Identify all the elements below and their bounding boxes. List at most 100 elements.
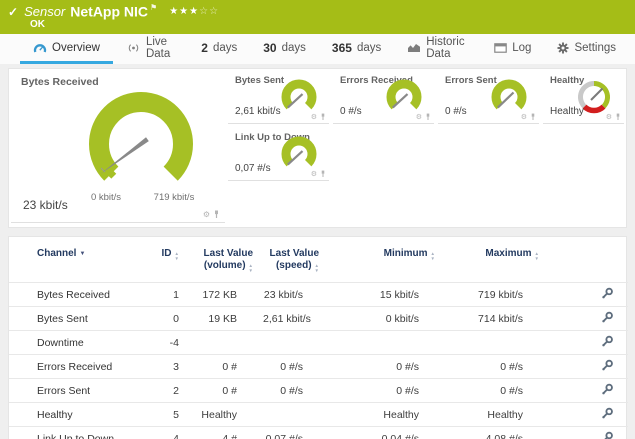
gauge-tile-healthy[interactable]: Healthy Healthy ⚙: [543, 71, 624, 124]
table-row[interactable]: Link Up to Down 4 4 # 0,07 #/s 0,04 #/s …: [9, 427, 628, 439]
table-row[interactable]: Bytes Received 1 172 KB 23 kbit/s 15 kbi…: [9, 283, 628, 307]
tile-gear-icon[interactable]: ⚙: [521, 114, 527, 121]
channel-settings-icon[interactable]: [601, 311, 614, 327]
channel-name-cell[interactable]: Downtime: [9, 331, 143, 355]
column-header-minimum[interactable]: Minimum▲▼: [339, 243, 455, 283]
channel-name-cell[interactable]: Bytes Received: [9, 283, 143, 307]
gauge-current-value: 23 kbit/s: [23, 198, 68, 212]
priority-stars[interactable]: ★★★☆☆: [169, 6, 219, 17]
tile-gear-icon[interactable]: ⚙: [606, 114, 612, 121]
channel-id-cell: 5: [143, 403, 183, 427]
channel-settings-icon[interactable]: [601, 359, 614, 375]
last-value-speed-cell: [263, 331, 339, 355]
bytes-sent-gauge: [276, 78, 322, 118]
column-header-maximum[interactable]: Maximum▲▼: [455, 243, 567, 283]
gauge-current-value: 2,61 kbit/s: [235, 106, 281, 117]
channel-id-cell: 4: [143, 427, 183, 439]
sort-icon: ▲▼: [431, 252, 435, 261]
tab-overview[interactable]: Overview: [20, 34, 113, 64]
tile-gear-icon[interactable]: ⚙: [203, 211, 210, 219]
table-row[interactable]: Bytes Sent 0 19 KB 2,61 kbit/s 0 kbit/s …: [9, 307, 628, 331]
tile-gear-icon[interactable]: ⚙: [311, 114, 317, 121]
tile-gear-icon[interactable]: ⚙: [311, 171, 317, 178]
tab-2-days[interactable]: 2 days: [188, 34, 250, 64]
tile-gear-icon[interactable]: ⚙: [416, 114, 422, 121]
last-value-volume-cell: [183, 331, 263, 355]
tile-pin-icon[interactable]: [530, 113, 536, 121]
channel-settings-icon[interactable]: [601, 287, 614, 303]
maximum-cell: 719 kbit/s: [455, 283, 567, 307]
errors-received-gauge: [381, 78, 427, 118]
table-row[interactable]: Errors Received 3 0 # 0 #/s 0 #/s 0 #/s: [9, 355, 628, 379]
actions-cell: [567, 283, 628, 307]
stars-empty: ☆☆: [199, 6, 219, 17]
tab-settings[interactable]: Settings: [544, 34, 629, 64]
tile-pin-icon[interactable]: [320, 170, 326, 178]
gauge-tile-errors-sent[interactable]: Errors Sent 0 #/s ⚙: [438, 71, 539, 124]
maximum-cell: 0 #/s: [455, 379, 567, 403]
column-header-last-value-volume[interactable]: Last Value (volume)▲▼: [183, 243, 263, 283]
tile-pin-icon[interactable]: [320, 113, 326, 121]
gauge-tile-errors-received[interactable]: Errors Received 0 #/s ⚙: [333, 71, 434, 124]
minimum-cell: 0,04 #/s: [339, 427, 455, 439]
channel-id-cell: 2: [143, 379, 183, 403]
tab-log[interactable]: Log: [481, 34, 544, 64]
table-row[interactable]: Downtime -4: [9, 331, 628, 355]
last-value-speed-cell: [263, 403, 339, 427]
tab-365-days[interactable]: 365 days: [319, 34, 394, 64]
gauge-tile-bytes-received[interactable]: Bytes Received 0 kbit/s 719 kbit/s 23 kb…: [11, 71, 225, 223]
channel-table: Channel▼ ID▲▼ Last Value (volume)▲▼ Last…: [9, 243, 628, 439]
tab-historic-data[interactable]: Historic Data: [394, 34, 481, 64]
log-table-icon: [494, 43, 507, 53]
tile-pin-icon[interactable]: [425, 113, 431, 121]
tab-bar: Overview Live Data 2 days 30 days 365 da…: [0, 34, 635, 64]
column-header-channel[interactable]: Channel▼: [9, 243, 143, 283]
ok-check-icon: ✓: [8, 5, 18, 19]
last-value-volume-cell: 172 KB: [183, 283, 263, 307]
gauge-max-label: 719 kbit/s: [139, 192, 209, 203]
tab-label: Log: [512, 42, 531, 54]
maximum-cell: 4,08 #/s: [455, 427, 567, 439]
sensor-kind-label: Sensor: [24, 4, 65, 19]
priority-flag-icon[interactable]: ⚑: [150, 3, 157, 12]
channel-name-cell[interactable]: Healthy: [9, 403, 143, 427]
channel-name-cell[interactable]: Bytes Sent: [9, 307, 143, 331]
tab-live-data[interactable]: Live Data: [113, 34, 188, 64]
minimum-cell: [339, 331, 455, 355]
table-row[interactable]: Errors Sent 2 0 # 0 #/s 0 #/s 0 #/s: [9, 379, 628, 403]
tile-pin-icon[interactable]: [213, 210, 220, 219]
channel-table-body: Bytes Received 1 172 KB 23 kbit/s 15 kbi…: [9, 283, 628, 439]
last-value-speed-cell: 0 #/s: [263, 379, 339, 403]
minimum-cell: Healthy: [339, 403, 455, 427]
actions-cell: [567, 331, 628, 355]
tab-30-days[interactable]: 30 days: [250, 34, 319, 64]
last-value-speed-cell: 2,61 kbit/s: [263, 307, 339, 331]
gauge-tile-link-up-to-down[interactable]: Link Up to Down 0,07 #/s ⚙: [228, 128, 329, 181]
last-value-speed-cell: 23 kbit/s: [263, 283, 339, 307]
column-header-last-value-speed[interactable]: Last Value (speed)▲▼: [263, 243, 339, 283]
gauge-tile-bytes-sent[interactable]: Bytes Sent 2,61 kbit/s ⚙: [228, 71, 329, 124]
minimum-cell: 0 kbit/s: [339, 307, 455, 331]
sensor-header: ✓SensorNetApp NIC⚑★★★☆☆ OK: [0, 0, 635, 34]
tile-pin-icon[interactable]: [615, 113, 621, 121]
channel-name-cell[interactable]: Errors Sent: [9, 379, 143, 403]
channel-name-cell[interactable]: Link Up to Down: [9, 427, 143, 439]
last-value-volume-cell: Healthy: [183, 403, 263, 427]
channel-settings-icon[interactable]: [601, 431, 614, 439]
channel-settings-icon[interactable]: [601, 383, 614, 399]
channel-name-cell[interactable]: Errors Received: [9, 355, 143, 379]
channel-settings-icon[interactable]: [601, 407, 614, 423]
last-value-volume-cell: 19 KB: [183, 307, 263, 331]
last-value-volume-cell: 4 #: [183, 427, 263, 439]
gauge-current-value: 0 #/s: [445, 106, 467, 117]
table-row[interactable]: Healthy 5 Healthy Healthy Healthy: [9, 403, 628, 427]
channel-settings-icon[interactable]: [601, 335, 614, 351]
column-header-id[interactable]: ID▲▼: [143, 243, 183, 283]
sort-icon: ▲▼: [249, 264, 253, 273]
channel-table-panel: Channel▼ ID▲▼ Last Value (volume)▲▼ Last…: [8, 236, 627, 439]
gauge-current-value: 0,07 #/s: [235, 163, 271, 174]
actions-cell: [567, 307, 628, 331]
maximum-cell: 714 kbit/s: [455, 307, 567, 331]
tab-label: days: [357, 42, 381, 54]
gear-icon: [557, 42, 569, 54]
